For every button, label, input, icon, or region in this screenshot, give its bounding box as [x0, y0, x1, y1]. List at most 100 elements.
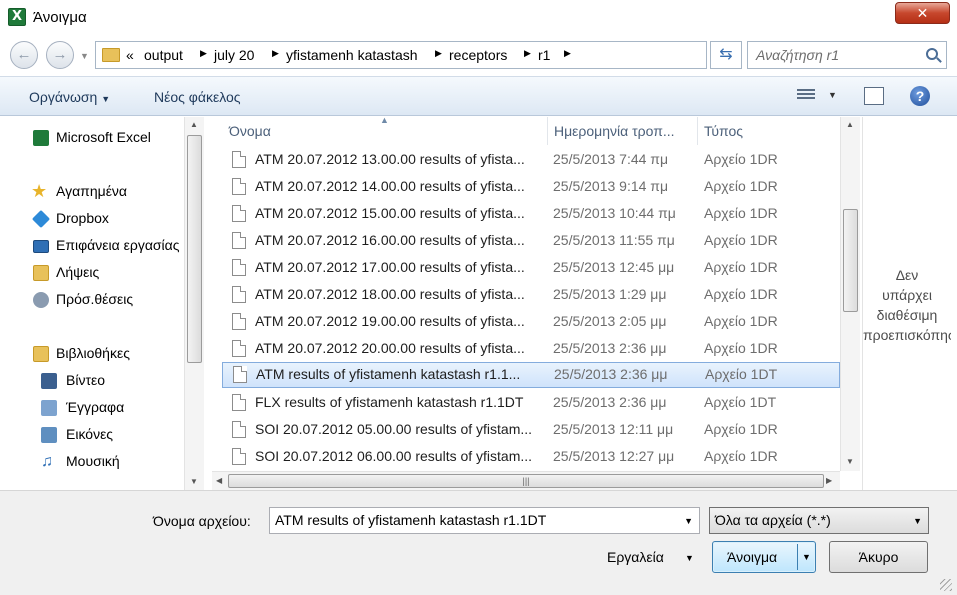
close-button[interactable]: ✕: [895, 2, 950, 24]
open-button[interactable]: Άνοιγμα ▼: [712, 541, 816, 573]
search-input[interactable]: Αναζήτηση r1: [747, 41, 947, 69]
recent-locations-dropdown[interactable]: ▼: [80, 51, 89, 61]
file-name: ATM 20.07.2012 14.00.00 results of yfist…: [255, 178, 525, 194]
tools-chevron-down-icon[interactable]: ▼: [685, 553, 694, 563]
nav-item-videos[interactable]: Βίντεο: [0, 369, 184, 393]
table-row[interactable]: ATM 20.07.2012 15.00.00 results of yfist…: [222, 201, 840, 227]
table-row[interactable]: ATM 20.07.2012 20.00.00 results of yfist…: [222, 336, 840, 362]
file-list-vertical-scrollbar[interactable]: ▲ ▼: [840, 117, 860, 471]
column-header-type[interactable]: Τύπος: [698, 117, 840, 145]
chevron-down-icon: ▼: [101, 94, 111, 104]
resize-grip-icon[interactable]: [940, 579, 952, 591]
breadcrumb-separator-icon[interactable]: ▶: [564, 48, 571, 59]
pictures-icon: [41, 427, 57, 443]
breadcrumb-output[interactable]: output: [144, 47, 183, 63]
navigation-scrollbar[interactable]: ▲ ▼: [184, 117, 204, 490]
nav-item-label: Επιφάνεια εργασίας: [56, 237, 180, 253]
scroll-up-icon[interactable]: ▲: [846, 120, 854, 129]
refresh-icon[interactable]: ⇆: [710, 41, 742, 69]
excel-app-icon: [8, 8, 26, 26]
scroll-down-icon[interactable]: ▼: [846, 457, 854, 466]
table-row[interactable]: SOI 20.07.2012 05.00.00 results of yfist…: [222, 417, 840, 443]
nav-item-favorites[interactable]: ★ Αγαπημένα: [0, 180, 184, 204]
nav-item-label: Εικόνες: [66, 426, 114, 442]
file-icon: [232, 340, 246, 357]
table-row[interactable]: ATM 20.07.2012 18.00.00 results of yfist…: [222, 282, 840, 308]
file-date: 25/5/2013 2:36 μμ: [554, 366, 668, 382]
file-icon: [232, 421, 246, 438]
tools-button[interactable]: Εργαλεία: [607, 549, 664, 565]
back-button[interactable]: ←: [10, 41, 38, 69]
breadcrumb-yfistamenh-katastash[interactable]: yfistamenh katastash: [286, 47, 418, 63]
file-name: ATM results of yfistamenh katastash r1.1…: [256, 366, 521, 382]
forward-button[interactable]: →: [46, 41, 74, 69]
table-row-selected[interactable]: ATM results of yfistamenh katastash r1.1…: [222, 362, 840, 388]
nav-item-dropbox[interactable]: Dropbox: [0, 207, 184, 231]
table-row[interactable]: ATM 20.07.2012 14.00.00 results of yfist…: [222, 174, 840, 200]
title-bar: Άνοιγμα ✕: [0, 0, 957, 36]
scrollbar-thumb[interactable]: |||: [228, 474, 824, 488]
view-options-icon[interactable]: [797, 89, 815, 103]
new-folder-button[interactable]: Νέος φάκελος: [154, 89, 241, 105]
scroll-up-icon[interactable]: ▲: [190, 120, 198, 129]
breadcrumb-overflow[interactable]: «: [126, 47, 134, 63]
file-name: ATM 20.07.2012 19.00.00 results of yfist…: [255, 313, 525, 329]
breadcrumb-july-20[interactable]: july 20: [214, 47, 254, 63]
breadcrumb-separator-icon[interactable]: ▶: [524, 48, 531, 59]
nav-item-pictures[interactable]: Εικόνες: [0, 423, 184, 447]
filename-input[interactable]: ATM results of yfistamenh katastash r1.1…: [269, 507, 700, 534]
file-icon: [232, 232, 246, 249]
file-date: 25/5/2013 2:36 μμ: [553, 394, 667, 410]
nav-item-recent-places[interactable]: Πρόσ.θέσεις: [0, 288, 184, 312]
nav-item-downloads[interactable]: Λήψεις: [0, 261, 184, 285]
star-icon: ★: [31, 181, 48, 201]
file-type: Αρχείο 1DR: [704, 340, 778, 356]
column-header-name[interactable]: Όνομα ▲: [212, 115, 548, 145]
file-type: Αρχείο 1DR: [704, 151, 778, 167]
chevron-down-icon: ▼: [913, 516, 922, 526]
preview-pane-icon[interactable]: [864, 87, 884, 105]
table-row[interactable]: ATM 20.07.2012 13.00.00 results of yfist…: [222, 147, 840, 173]
table-row[interactable]: ATM 20.07.2012 19.00.00 results of yfist…: [222, 309, 840, 335]
search-icon[interactable]: [926, 48, 938, 60]
scroll-right-icon[interactable]: ▶: [826, 476, 832, 485]
libraries-icon: [33, 346, 49, 362]
breadcrumb-separator-icon[interactable]: ▶: [435, 48, 442, 59]
organize-button[interactable]: Οργάνωση ▼: [29, 89, 110, 105]
open-button-label: Άνοιγμα: [727, 549, 778, 565]
table-row[interactable]: FLX results of yfistamenh katastash r1.1…: [222, 390, 840, 416]
scrollbar-thumb[interactable]: [187, 135, 202, 363]
file-list-horizontal-scrollbar[interactable]: ◀ ||| ▶: [212, 471, 840, 490]
file-date: 25/5/2013 2:36 μμ: [553, 340, 667, 356]
table-row[interactable]: ATM 20.07.2012 17.00.00 results of yfist…: [222, 255, 840, 281]
scrollbar-thumb[interactable]: [843, 209, 858, 312]
nav-item-libraries[interactable]: Βιβλιοθήκες: [0, 342, 184, 366]
nav-item-microsoft-excel[interactable]: Microsoft Excel: [0, 126, 184, 150]
open-options-chevron-down-icon[interactable]: ▼: [802, 552, 811, 562]
recent-places-icon: [33, 292, 49, 308]
breadcrumb-receptors[interactable]: receptors: [449, 47, 507, 63]
file-date: 25/5/2013 9:14 πμ: [553, 178, 669, 194]
address-bar[interactable]: « output ▶ july 20 ▶ yfistamenh katastas…: [95, 41, 707, 69]
documents-icon: [41, 400, 57, 416]
table-row[interactable]: ATM 20.07.2012 16.00.00 results of yfist…: [222, 228, 840, 254]
chevron-down-icon[interactable]: ▼: [684, 516, 693, 526]
scroll-left-icon[interactable]: ◀: [216, 476, 222, 485]
breadcrumb-separator-icon[interactable]: ▶: [272, 48, 279, 59]
table-row[interactable]: SOI 20.07.2012 06.00.00 results of yfist…: [222, 444, 840, 470]
breadcrumb-separator-icon[interactable]: ▶: [200, 48, 207, 59]
scroll-down-icon[interactable]: ▼: [190, 477, 198, 486]
column-header-date[interactable]: Ημερομηνία τροπ...: [548, 117, 698, 145]
cancel-button[interactable]: Άκυρο: [829, 541, 928, 573]
view-dropdown-chevron-icon[interactable]: ▼: [828, 90, 837, 100]
nav-item-desktop[interactable]: Επιφάνεια εργασίας: [0, 234, 184, 258]
desktop-icon: [33, 240, 49, 253]
help-icon[interactable]: ?: [910, 86, 930, 106]
breadcrumb-r1[interactable]: r1: [538, 47, 550, 63]
file-type: Αρχείο 1DT: [705, 366, 778, 382]
nav-item-music[interactable]: ♫ Μουσική: [0, 450, 184, 474]
folder-icon: [102, 48, 120, 62]
filetype-select[interactable]: Όλα τα αρχεία (*.*) ▼: [709, 507, 929, 534]
nav-item-documents[interactable]: Έγγραφα: [0, 396, 184, 420]
file-name: SOI 20.07.2012 06.00.00 results of yfist…: [255, 448, 533, 464]
